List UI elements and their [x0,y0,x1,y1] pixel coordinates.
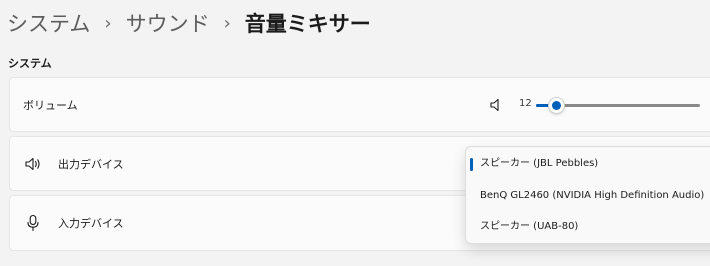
dropdown-option-benq[interactable]: BenQ GL2460 (NVIDIA High Definition Audi… [466,182,710,210]
volume-control: 12 [480,78,705,133]
page-title: 音量ミキサー [244,12,371,36]
breadcrumb: システム › サウンド › 音量ミキサー [7,8,371,40]
input-device-label: 入力デバイス [58,217,124,230]
slider-thumb[interactable] [547,97,565,114]
breadcrumb-item-sound[interactable]: サウンド [126,8,210,40]
breadcrumb-separator: › [223,13,231,34]
dropdown-option-label: スピーカー (UAB-80) [480,221,579,232]
dropdown-option-label: スピーカー (JBL Pebbles) [480,158,599,169]
volume-label: ボリューム [23,98,78,112]
selected-indicator [470,158,473,171]
dropdown-option-label: BenQ GL2460 (NVIDIA High Definition Audi… [480,190,705,201]
output-device-dropdown: スピーカー (JBL Pebbles) BenQ GL2460 (NVIDIA … [465,146,710,244]
microphone-icon [23,213,43,233]
dropdown-option-jbl-pebbles[interactable]: スピーカー (JBL Pebbles) [466,150,710,178]
dropdown-option-uab80[interactable]: スピーカー (UAB-80) [466,213,710,241]
volume-slider[interactable] [536,95,700,115]
output-device-label: 出力デバイス [58,157,124,171]
section-heading-system: システム [8,57,52,70]
volume-card: ボリューム 12 [9,77,710,132]
speaker-wave-icon [23,154,43,174]
speaker-icon[interactable] [489,97,505,113]
breadcrumb-item-system[interactable]: システム [7,8,90,40]
breadcrumb-separator: › [104,13,112,34]
volume-value: 12 [519,98,532,109]
